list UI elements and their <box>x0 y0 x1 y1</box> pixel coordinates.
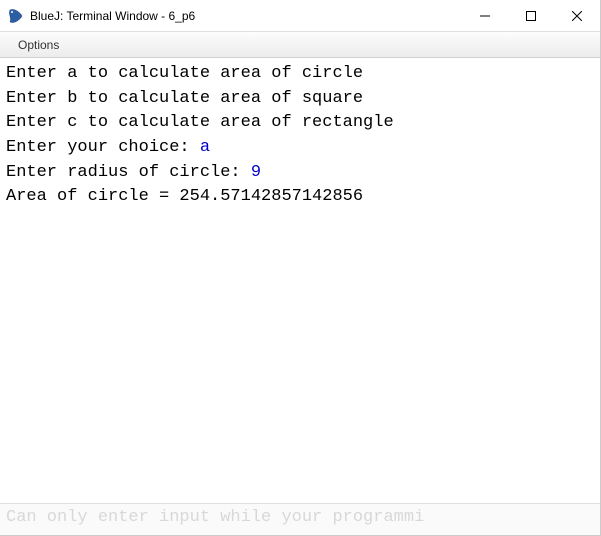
terminal-line: Enter c to calculate area of rectangle <box>6 111 594 136</box>
terminal-user-input: 9 <box>251 163 261 182</box>
maximize-button[interactable] <box>508 0 554 31</box>
menubar: Options <box>0 32 600 58</box>
window-controls <box>462 0 600 31</box>
terminal-line: Enter radius of circle: 9 <box>6 161 594 186</box>
terminal-prompt-text: Enter b to calculate area of square <box>6 89 363 108</box>
terminal-line: Enter b to calculate area of square <box>6 87 594 112</box>
terminal-line: Enter a to calculate area of circle <box>6 62 594 87</box>
terminal-prompt-text: Enter radius of circle: <box>6 163 251 182</box>
menu-options[interactable]: Options <box>10 34 67 56</box>
titlebar: BlueJ: Terminal Window - 6_p6 <box>0 0 600 32</box>
terminal-line: Enter your choice: a <box>6 136 594 161</box>
status-bar: Can only enter input while your programm… <box>0 503 600 535</box>
terminal-prompt-text: Enter a to calculate area of circle <box>6 64 363 83</box>
close-button[interactable] <box>554 0 600 31</box>
terminal-prompt-text: Enter c to calculate area of rectangle <box>6 113 394 132</box>
terminal-output[interactable]: Enter a to calculate area of circle Enter… <box>0 58 600 503</box>
terminal-prompt-text: Area of circle = 254.57142857142856 <box>6 187 363 206</box>
terminal-user-input: a <box>200 138 210 157</box>
window-title: BlueJ: Terminal Window - 6_p6 <box>30 9 462 23</box>
bluej-icon <box>8 8 24 24</box>
terminal-line: Area of circle = 254.57142857142856 <box>6 185 594 210</box>
minimize-button[interactable] <box>462 0 508 31</box>
terminal-prompt-text: Enter your choice: <box>6 138 200 157</box>
